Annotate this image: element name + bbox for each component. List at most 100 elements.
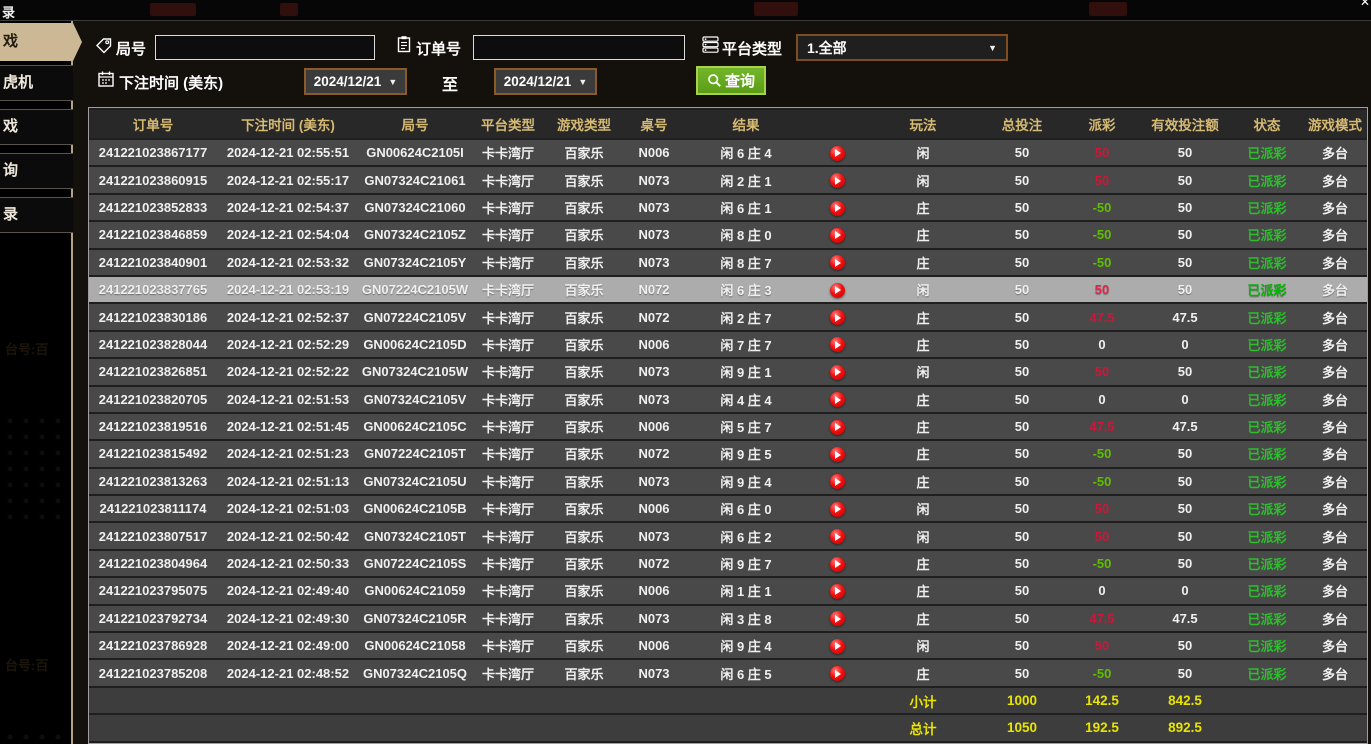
platform-type-select[interactable]: 1.全部 ▼: [796, 34, 1008, 61]
play-icon[interactable]: [830, 365, 845, 380]
round-number-label: 局号: [116, 38, 146, 59]
cell-valid_bet: 50: [1139, 167, 1231, 192]
table-row[interactable]: 2412210238528332024-12-21 02:54:37GN0732…: [89, 195, 1367, 220]
cell-result: 闲 9 庄 1: [685, 359, 807, 384]
sidebar-item-0-active[interactable]: 戏: [0, 23, 73, 61]
search-button-label: 查询: [725, 70, 755, 91]
order-number-input[interactable]: [473, 35, 685, 60]
cell-valid_bet: 50: [1139, 441, 1231, 466]
column-header-total_bet: 总投注: [979, 110, 1065, 138]
table-row[interactable]: 2412210238280442024-12-21 02:52:29GN0062…: [89, 332, 1367, 357]
cell-time: 2024-12-21 02:53:19: [217, 277, 359, 302]
table-row[interactable]: 2412210238671772024-12-21 02:55:51GN0062…: [89, 140, 1367, 165]
table-row[interactable]: 2412210237869282024-12-21 02:49:00GN0062…: [89, 633, 1367, 658]
cell-table_no: N006: [623, 414, 685, 439]
play-icon[interactable]: [830, 310, 845, 325]
cell-platform: 卡卡湾厅: [471, 496, 545, 521]
play-icon[interactable]: [830, 611, 845, 626]
subtotal-valid-bet: 842.5: [1139, 688, 1231, 713]
cell-total_bet: 50: [979, 633, 1065, 658]
round-number-input[interactable]: [155, 35, 375, 60]
cell-table_no: N073: [623, 195, 685, 220]
sidebar-item-2[interactable]: 戏: [0, 109, 73, 145]
table-row[interactable]: 2412210238268512024-12-21 02:52:22GN0732…: [89, 359, 1367, 384]
table-row[interactable]: 2412210238609152024-12-21 02:55:17GN0732…: [89, 167, 1367, 192]
play-icon[interactable]: [830, 474, 845, 489]
replay-cell: [807, 304, 867, 329]
tag-icon: [95, 37, 113, 60]
cell-time: 2024-12-21 02:55:51: [217, 140, 359, 165]
table-row[interactable]: 2412210238132632024-12-21 02:51:13GN0732…: [89, 469, 1367, 494]
play-icon[interactable]: [830, 584, 845, 599]
search-button[interactable]: 查询: [696, 66, 766, 95]
play-icon[interactable]: [830, 392, 845, 407]
cell-order: 241221023867177: [89, 140, 217, 165]
cell-table_no: N072: [623, 551, 685, 576]
table-row[interactable]: 2412210238207052024-12-21 02:51:53GN0732…: [89, 387, 1367, 412]
play-icon[interactable]: [830, 420, 845, 435]
grand-total-valid-bet: 892.5: [1139, 715, 1231, 740]
play-icon[interactable]: [830, 255, 845, 270]
backdrop-ghost: [1089, 2, 1127, 16]
table-row[interactable]: 2412210238301862024-12-21 02:52:37GN0722…: [89, 304, 1367, 329]
table-row[interactable]: 2412210238111742024-12-21 02:51:03GN0062…: [89, 496, 1367, 521]
close-icon[interactable]: ✕: [1360, 0, 1370, 9]
cell-round: GN07224C2105S: [359, 551, 471, 576]
table-row[interactable]: 2412210238154922024-12-21 02:51:23GN0722…: [89, 441, 1367, 466]
platform-type-value: 1.全部: [807, 38, 847, 58]
cell-payout: 47.5: [1065, 606, 1139, 631]
play-icon[interactable]: [830, 337, 845, 352]
play-icon[interactable]: [830, 283, 845, 298]
cell-platform: 卡卡湾厅: [471, 359, 545, 384]
platform-list-icon: [701, 35, 720, 59]
cell-result: 闲 6 庄 4: [685, 140, 807, 165]
play-icon[interactable]: [830, 146, 845, 161]
cell-mode: 多台: [1303, 195, 1367, 220]
sidebar-item-4[interactable]: 录: [0, 197, 73, 233]
play-icon[interactable]: [830, 666, 845, 681]
cell-result: 闲 8 庄 7: [685, 250, 807, 275]
table-row[interactable]: 2412210238377652024-12-21 02:53:19GN0722…: [89, 277, 1367, 302]
table-row[interactable]: 2412210237927342024-12-21 02:49:30GN0732…: [89, 606, 1367, 631]
subtotal-payout: 142.5: [1065, 688, 1139, 713]
play-icon[interactable]: [830, 447, 845, 462]
table-row[interactable]: 2412210238075172024-12-21 02:50:42GN0732…: [89, 523, 1367, 548]
play-icon[interactable]: [830, 201, 845, 216]
cell-time: 2024-12-21 02:53:32: [217, 250, 359, 275]
table-row[interactable]: 2412210238195162024-12-21 02:51:45GN0062…: [89, 414, 1367, 439]
cell-game_type: 百家乐: [545, 633, 623, 658]
play-icon[interactable]: [830, 557, 845, 572]
cell-platform: 卡卡湾厅: [471, 414, 545, 439]
play-icon[interactable]: [830, 529, 845, 544]
sidebar-item-3[interactable]: 询: [0, 153, 73, 189]
cell-payout: 0: [1065, 332, 1139, 357]
sidebar-item-1[interactable]: 虎机: [0, 65, 73, 101]
cell-bet_on: 闲: [867, 167, 979, 192]
play-icon[interactable]: [830, 502, 845, 517]
table-row[interactable]: 2412210238468592024-12-21 02:54:04GN0732…: [89, 222, 1367, 247]
cell-payout: 50: [1065, 633, 1139, 658]
cell-total_bet: 50: [979, 140, 1065, 165]
date-to-picker[interactable]: 2024/12/21 ▼: [494, 68, 597, 95]
table-row[interactable]: 2412210238049642024-12-21 02:50:33GN0722…: [89, 551, 1367, 576]
date-from-picker[interactable]: 2024/12/21 ▼: [304, 68, 407, 95]
table-row[interactable]: 2412210237852082024-12-21 02:48:52GN0732…: [89, 660, 1367, 685]
cell-result: 闲 6 庄 5: [685, 660, 807, 685]
column-header-bet_on: 玩法: [867, 110, 979, 138]
cell-game_type: 百家乐: [545, 304, 623, 329]
cell-mode: 多台: [1303, 578, 1367, 603]
cell-valid_bet: 50: [1139, 633, 1231, 658]
table-row[interactable]: 2412210238409012024-12-21 02:53:32GN0732…: [89, 250, 1367, 275]
cell-time: 2024-12-21 02:51:53: [217, 387, 359, 412]
play-icon[interactable]: [830, 639, 845, 654]
replay-cell: [807, 140, 867, 165]
replay-cell: [807, 633, 867, 658]
play-icon[interactable]: [830, 228, 845, 243]
cell-total_bet: 50: [979, 469, 1065, 494]
cell-valid_bet: 0: [1139, 332, 1231, 357]
table-row[interactable]: 2412210237950752024-12-21 02:49:40GN0062…: [89, 578, 1367, 603]
replay-cell: [807, 523, 867, 548]
play-icon[interactable]: [830, 173, 845, 188]
column-header-round: 局号: [359, 110, 471, 138]
cell-time: 2024-12-21 02:54:37: [217, 195, 359, 220]
